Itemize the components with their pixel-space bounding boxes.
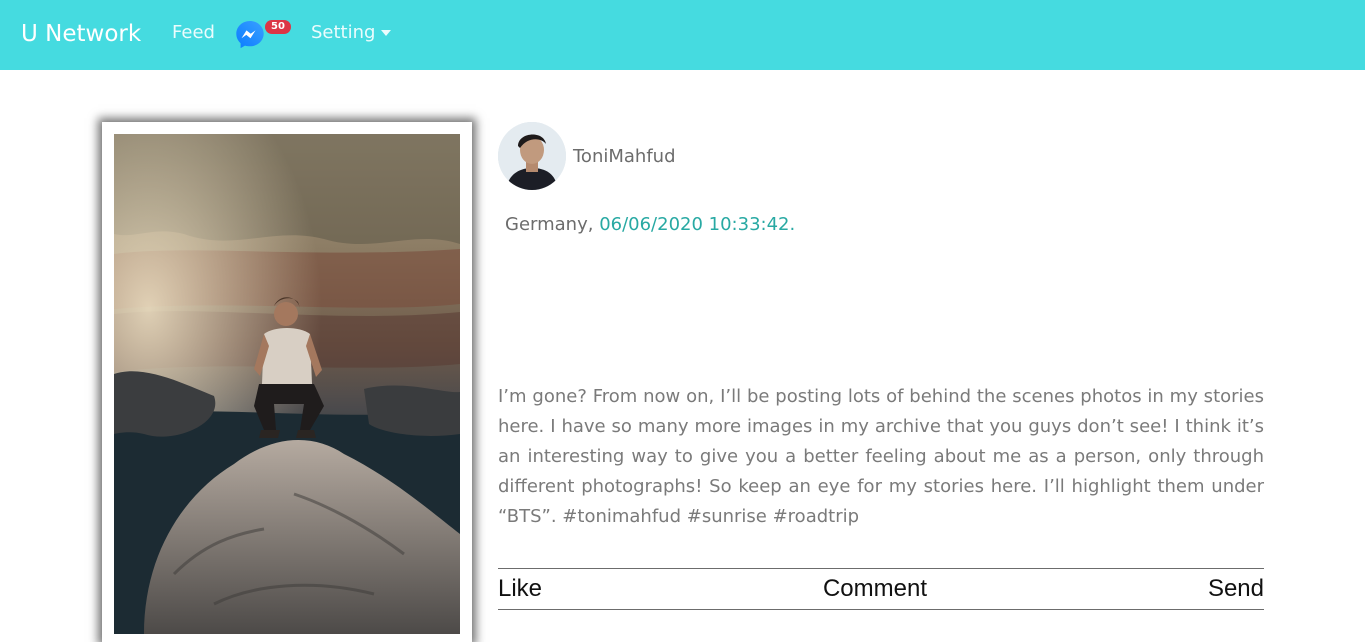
nav-feed-link[interactable]: Feed	[172, 20, 215, 46]
post-photo-image	[114, 134, 460, 634]
post-caption: I’m gone? From now on, I’ll be posting l…	[498, 386, 1264, 527]
post-meta: Germany, 06/06/2020 10:33:42.	[505, 213, 795, 237]
setting-dropdown[interactable]: Setting	[311, 20, 392, 46]
post-location: Germany,	[505, 214, 600, 235]
post-datetime: 06/06/2020 10:33:42.	[599, 214, 796, 235]
brand-logo[interactable]: U Network	[21, 18, 141, 50]
send-button[interactable]: Send	[1208, 569, 1264, 609]
like-button[interactable]: Like	[498, 569, 542, 609]
messages-count-badge: 50	[265, 20, 291, 34]
messenger-icon	[236, 21, 264, 49]
avatar-image	[498, 122, 566, 190]
caret-down-icon	[381, 30, 392, 36]
setting-label: Setting	[311, 22, 376, 43]
post-photo[interactable]	[114, 134, 460, 634]
author-username[interactable]: ToniMahfud	[573, 145, 676, 169]
messages-button[interactable]: 50	[234, 18, 292, 52]
post-actions: Like Comment Send	[498, 568, 1264, 610]
top-navbar: U Network Feed 50 Setting	[0, 0, 1365, 70]
author-avatar[interactable]	[498, 122, 566, 190]
post-photo-card	[102, 122, 472, 642]
comment-button[interactable]: Comment	[823, 569, 927, 609]
